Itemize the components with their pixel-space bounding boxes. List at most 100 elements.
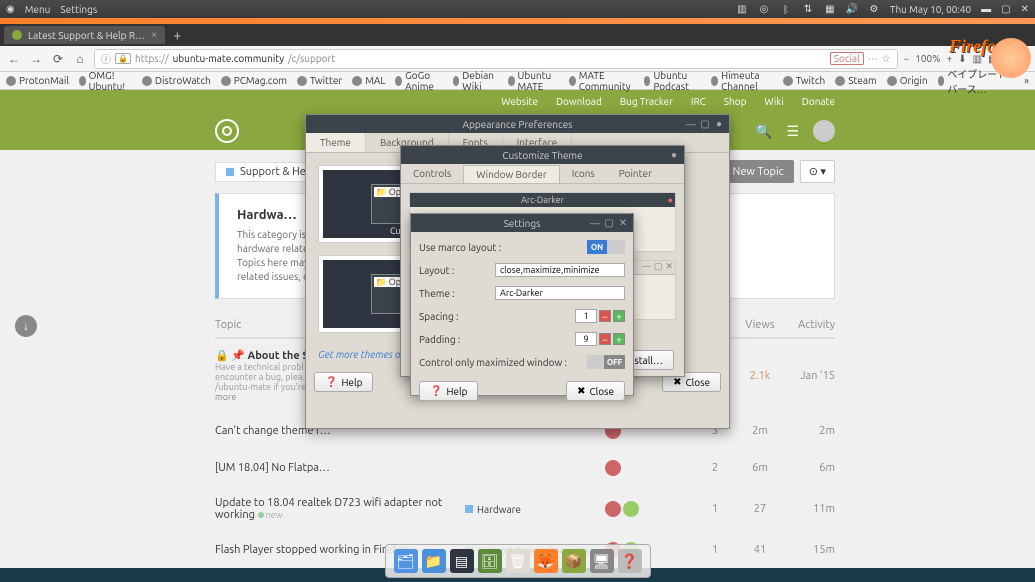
forward-button[interactable]: → bbox=[28, 51, 44, 67]
bookmark-star-icon[interactable]: ☆ bbox=[882, 53, 891, 65]
user-avatar-icon[interactable] bbox=[623, 501, 639, 517]
dock-app-icon[interactable]: 📦 bbox=[562, 549, 586, 573]
dock-app-icon[interactable]: 🦊 bbox=[534, 549, 558, 573]
nav-link[interactable]: Website bbox=[501, 96, 538, 107]
spacing-increment[interactable]: + bbox=[613, 310, 625, 322]
hamburger-icon[interactable]: ☰ bbox=[786, 123, 799, 140]
maximize-icon[interactable]: ▢ bbox=[603, 217, 615, 229]
help-button[interactable]: ❓ Help bbox=[314, 372, 373, 392]
network-icon[interactable]: ▦ bbox=[824, 3, 836, 15]
spacing-decrement[interactable]: − bbox=[599, 310, 611, 322]
notifications-button[interactable]: ⊙ ▾ bbox=[800, 160, 835, 183]
wifi-icon[interactable]: ⇅ bbox=[802, 3, 814, 15]
maximize-icon[interactable]: ▢ bbox=[699, 118, 711, 130]
dialog-titlebar[interactable]: Appearance Preferences — ▢ ● bbox=[306, 115, 729, 133]
padding-input[interactable] bbox=[575, 332, 597, 346]
help-button[interactable]: ❓ Help bbox=[419, 381, 478, 401]
volume-icon[interactable]: 🔊 bbox=[846, 3, 858, 15]
minimize-icon[interactable]: — bbox=[685, 118, 697, 130]
control-maximized-toggle[interactable]: OFF bbox=[587, 355, 625, 369]
search-icon[interactable]: 🔍 bbox=[755, 123, 772, 140]
ubuntu-mate-logo[interactable] bbox=[215, 119, 239, 143]
topic-row[interactable]: [UM 18.04] No Flatpa…26m6m bbox=[215, 450, 835, 487]
nav-link[interactable]: Bug Tracker bbox=[620, 96, 673, 107]
close-icon[interactable]: ✕ bbox=[617, 217, 629, 229]
padding-increment[interactable]: + bbox=[613, 333, 625, 345]
bookmark-item[interactable]: PCMag.com bbox=[221, 75, 287, 86]
nav-link[interactable]: Wiki bbox=[764, 96, 783, 107]
home-button[interactable]: ⌂ bbox=[72, 51, 88, 67]
user-avatar[interactable] bbox=[813, 120, 835, 142]
layout-input[interactable] bbox=[495, 263, 625, 277]
nav-link[interactable]: Shop bbox=[724, 96, 747, 107]
bookmarks-overflow-icon[interactable]: » bbox=[1024, 75, 1029, 86]
nav-link[interactable]: Download bbox=[556, 96, 602, 107]
category-badge[interactable]: Hardware bbox=[465, 504, 605, 515]
nav-link[interactable]: Donate bbox=[802, 96, 835, 107]
bookmark-item[interactable]: MAL bbox=[352, 75, 385, 86]
bookmark-item[interactable]: GoGo Anime bbox=[395, 70, 442, 92]
bookmark-item[interactable]: Steam bbox=[835, 75, 876, 86]
bookmark-item[interactable]: Himeuta Channel bbox=[711, 70, 772, 92]
user-avatar-icon[interactable] bbox=[605, 460, 621, 476]
dock-app-icon[interactable]: ▤ bbox=[450, 549, 474, 573]
page-action-icon[interactable]: ⋯ bbox=[868, 53, 878, 65]
mate-menu-icon[interactable]: ◉ bbox=[6, 3, 15, 15]
bluetooth-icon[interactable]: ᛒ bbox=[780, 3, 792, 15]
tab-window-border[interactable]: Window Border bbox=[463, 165, 559, 183]
spacing-input[interactable] bbox=[575, 309, 597, 323]
disk-icon[interactable]: ▥ bbox=[736, 3, 748, 15]
close-icon[interactable]: ● bbox=[668, 149, 680, 161]
bookmark-item[interactable]: Ubuntu MATE bbox=[508, 70, 559, 92]
marco-layout-toggle[interactable]: ON bbox=[587, 240, 625, 254]
tab-icons[interactable]: Icons bbox=[560, 165, 607, 182]
gear-icon[interactable]: ⚙ bbox=[868, 3, 880, 15]
spacing-spinner[interactable]: − + bbox=[575, 309, 625, 323]
browser-tab[interactable]: Latest Support & Help R… × bbox=[4, 26, 165, 44]
back-button[interactable]: ← bbox=[6, 51, 22, 67]
theme-input[interactable] bbox=[495, 286, 625, 300]
reload-button[interactable]: ⟳ bbox=[50, 51, 66, 67]
dock-app-icon[interactable]: 🗂 bbox=[394, 549, 418, 573]
bookmark-item[interactable]: Twitch bbox=[783, 75, 825, 86]
url-input[interactable]: ⓘ 🔒 https://ubuntu-mate.community/c/supp… bbox=[94, 49, 898, 69]
dock-app-icon[interactable]: ❓ bbox=[618, 549, 642, 573]
zoom-out-button[interactable]: − bbox=[904, 53, 910, 64]
window-max-icon[interactable]: ▢ bbox=[1001, 3, 1010, 15]
cpu-icon[interactable]: ◎ bbox=[758, 3, 770, 15]
dock-app-icon[interactable]: 🗑 bbox=[506, 549, 530, 573]
bookmark-item[interactable]: DistroWatch bbox=[142, 75, 211, 86]
window-min-icon[interactable]: ▬ bbox=[981, 3, 991, 15]
bookmark-item[interactable]: ProtonMail bbox=[6, 75, 69, 86]
tab-pointer[interactable]: Pointer bbox=[607, 165, 664, 182]
clock[interactable]: Thu May 10, 00:40 bbox=[890, 4, 971, 15]
dialog-titlebar[interactable]: Customize Theme ● bbox=[401, 146, 684, 164]
dock-app-icon[interactable]: 🗄 bbox=[478, 549, 502, 573]
padding-decrement[interactable]: − bbox=[599, 333, 611, 345]
window-close-icon[interactable]: ✕ bbox=[1021, 3, 1029, 15]
minimize-icon[interactable]: — bbox=[589, 217, 601, 229]
nav-link[interactable]: IRC bbox=[691, 96, 706, 107]
close-button[interactable]: ✖ Close bbox=[566, 381, 625, 401]
bookmark-item[interactable]: OMG! Ubuntu! bbox=[79, 70, 132, 92]
dialog-titlebar[interactable]: Settings — ▢ ✕ bbox=[411, 214, 633, 232]
scroll-down-button[interactable]: ↓ bbox=[15, 315, 37, 337]
settings-app-label[interactable]: Settings bbox=[60, 4, 97, 15]
dock-app-icon[interactable]: 📁 bbox=[422, 549, 446, 573]
new-tab-button[interactable]: + bbox=[173, 27, 181, 43]
tab-controls[interactable]: Controls bbox=[401, 165, 463, 182]
close-icon[interactable]: ● bbox=[713, 118, 725, 130]
bookmark-item[interactable]: Origin bbox=[887, 75, 928, 86]
tab-theme[interactable]: Theme bbox=[306, 133, 366, 152]
bookmark-item[interactable]: Ubuntu Podcast bbox=[644, 70, 702, 92]
social-container-badge[interactable]: Social bbox=[830, 52, 864, 65]
bookmark-item[interactable]: Debian Wiki bbox=[453, 70, 498, 92]
topic-row[interactable]: Update to 18.04 realtek D723 wifi adapte… bbox=[215, 487, 835, 532]
dock-app-icon[interactable]: 🖥 bbox=[590, 549, 614, 573]
menu-button[interactable]: Menu bbox=[25, 4, 51, 15]
bookmark-item[interactable]: MATE Community bbox=[569, 70, 634, 92]
user-avatar-icon[interactable] bbox=[605, 501, 621, 517]
tab-close-icon[interactable]: × bbox=[151, 29, 157, 41]
bookmark-item[interactable]: Twitter bbox=[297, 75, 342, 86]
padding-spinner[interactable]: − + bbox=[575, 332, 625, 346]
